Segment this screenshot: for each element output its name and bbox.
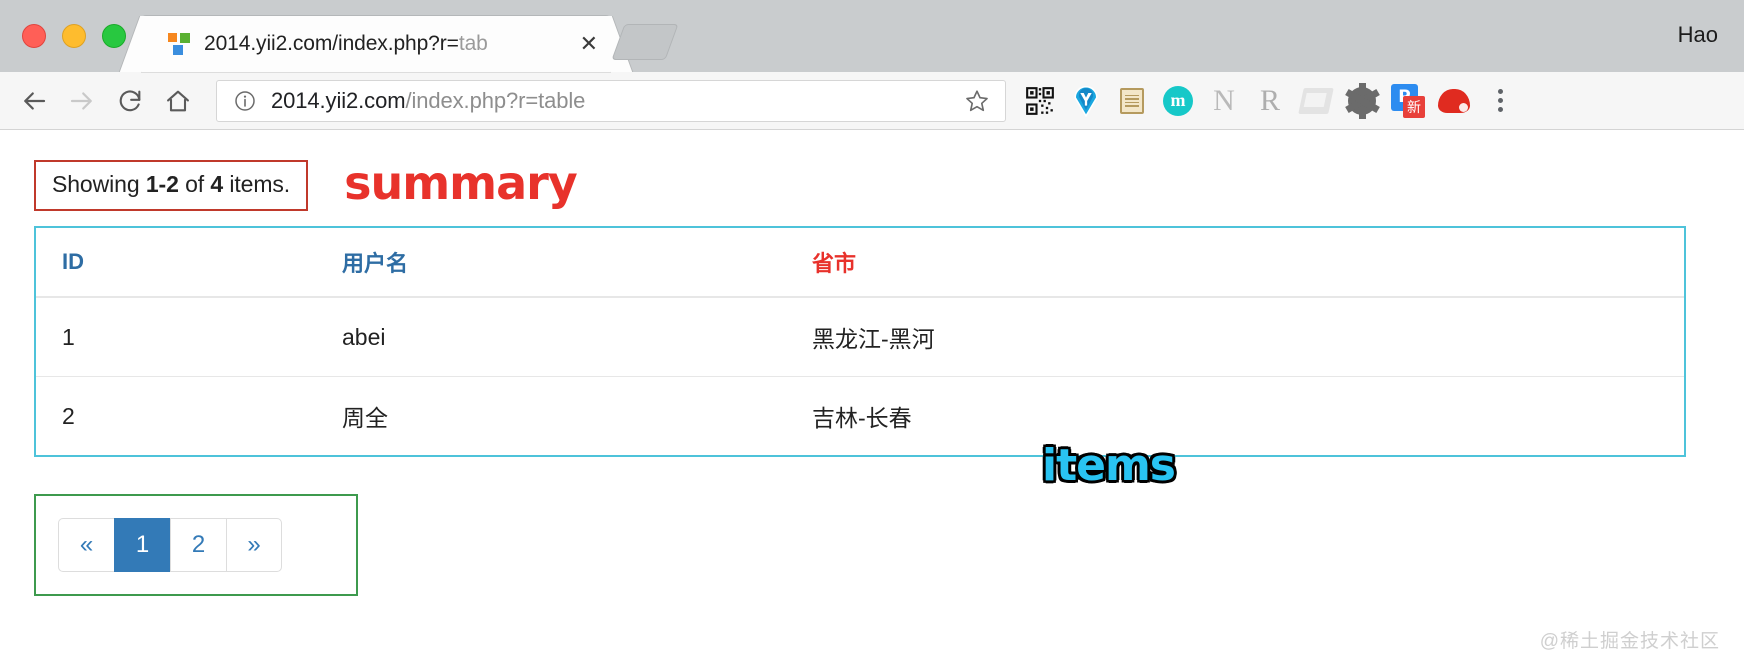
- summary-total: 4: [210, 170, 224, 197]
- back-arrow-icon: [24, 91, 46, 110]
- youdao-icon[interactable]: [1064, 79, 1108, 123]
- browser-menu-button[interactable]: [1478, 79, 1522, 123]
- page-content: Showing 1-2 of 4 items. summary ID 用户名 省…: [0, 130, 1744, 666]
- momo-icon[interactable]: m: [1156, 79, 1200, 123]
- baidu-icon[interactable]: P 新: [1386, 79, 1430, 123]
- pagination: « 1 2 »: [58, 518, 356, 572]
- address-bar[interactable]: 2014.yii2.com/index.php?r=table: [216, 79, 1006, 122]
- column-header-id[interactable]: ID: [36, 228, 316, 298]
- letter-n-icon[interactable]: N: [1202, 79, 1246, 123]
- browser-tab[interactable]: 2014.yii2.com/index.php?r=tab ✕: [142, 16, 610, 72]
- reload-button[interactable]: [106, 77, 154, 125]
- qr-code-icon[interactable]: [1018, 79, 1062, 123]
- bookmark-star-icon[interactable]: [963, 87, 991, 115]
- pager-page-1[interactable]: 1: [114, 518, 170, 572]
- yii-squares-favicon: [168, 33, 190, 55]
- summary-suffix: items.: [223, 170, 291, 197]
- tab-title: 2014.yii2.com/index.php?r=tab: [204, 32, 488, 55]
- cell-user: 周全: [342, 405, 388, 431]
- summary-row: Showing 1-2 of 4 items. summary: [34, 156, 1744, 212]
- pager-row: « 1 2 »: [34, 457, 1744, 596]
- tab-strip: 2014.yii2.com/index.php?r=tab ✕ Hao: [0, 0, 1744, 72]
- column-header-location[interactable]: 省市: [786, 228, 1684, 298]
- forward-button[interactable]: [58, 77, 106, 125]
- watermark: @稀土掘金技术社区: [1539, 631, 1720, 652]
- cell-id: 1: [36, 297, 316, 377]
- profile-name[interactable]: Hao: [1678, 22, 1718, 48]
- cell-location: 吉林-长春: [812, 405, 912, 431]
- gray-image-icon[interactable]: [1294, 79, 1338, 123]
- summary-range: 1-2: [145, 170, 179, 197]
- window-controls: [22, 24, 126, 48]
- pager-container: « 1 2 »: [34, 494, 358, 596]
- summary-middle: of: [178, 170, 211, 197]
- table-row: 1 abei 黑龙江-黑河: [36, 297, 1684, 377]
- pager-page-2[interactable]: 2: [170, 518, 226, 572]
- reload-icon: [119, 90, 141, 111]
- column-header-user[interactable]: 用户名: [316, 228, 786, 298]
- table-row: 2 周全 吉林-长春: [36, 377, 1684, 456]
- grid-summary: Showing 1-2 of 4 items.: [34, 159, 309, 211]
- data-table: ID 用户名 省市 1 abei 黑龙江-黑河 2 周全 吉林-长春: [36, 228, 1684, 455]
- annotation-items: items: [1042, 440, 1176, 491]
- pager-last-button[interactable]: »: [226, 518, 282, 572]
- new-tab-button[interactable]: [611, 24, 680, 64]
- browser-toolbar: 2014.yii2.com/index.php?r=table m N R 新: [0, 72, 1744, 130]
- letter-r-icon[interactable]: R: [1248, 79, 1292, 123]
- gear-icon[interactable]: [1340, 79, 1384, 123]
- summary-prefix: Showing: [52, 170, 146, 197]
- cell-id: 2: [62, 402, 75, 429]
- home-icon: [167, 90, 189, 111]
- home-button[interactable]: [154, 77, 202, 125]
- back-button[interactable]: [10, 77, 58, 125]
- helmet-icon[interactable]: [1432, 79, 1476, 123]
- maximize-window-button[interactable]: [102, 24, 126, 48]
- browser-window: 2014.yii2.com/index.php?r=tab ✕ Hao 2014…: [0, 0, 1744, 666]
- notepad-icon[interactable]: [1110, 79, 1154, 123]
- baidu-new-badge: 新: [1403, 95, 1425, 118]
- close-window-button[interactable]: [22, 24, 46, 48]
- annotation-summary: summary: [344, 156, 578, 210]
- table-header-row: ID 用户名 省市: [36, 228, 1684, 298]
- url-text: 2014.yii2.com/index.php?r=table: [271, 87, 586, 113]
- cell-user: abei: [316, 297, 786, 377]
- cell-location: 黑龙江-黑河: [786, 297, 1684, 377]
- pager-first-button[interactable]: «: [58, 518, 114, 572]
- forward-arrow-icon: [70, 91, 92, 110]
- grid-view: ID 用户名 省市 1 abei 黑龙江-黑河 2 周全 吉林-长春: [34, 226, 1686, 457]
- close-tab-icon[interactable]: ✕: [580, 31, 598, 56]
- extensions-bar: m N R P 新: [1018, 79, 1522, 123]
- site-info-icon[interactable]: [233, 89, 257, 113]
- annotation-pager: pager: [400, 658, 540, 666]
- minimize-window-button[interactable]: [62, 24, 86, 48]
